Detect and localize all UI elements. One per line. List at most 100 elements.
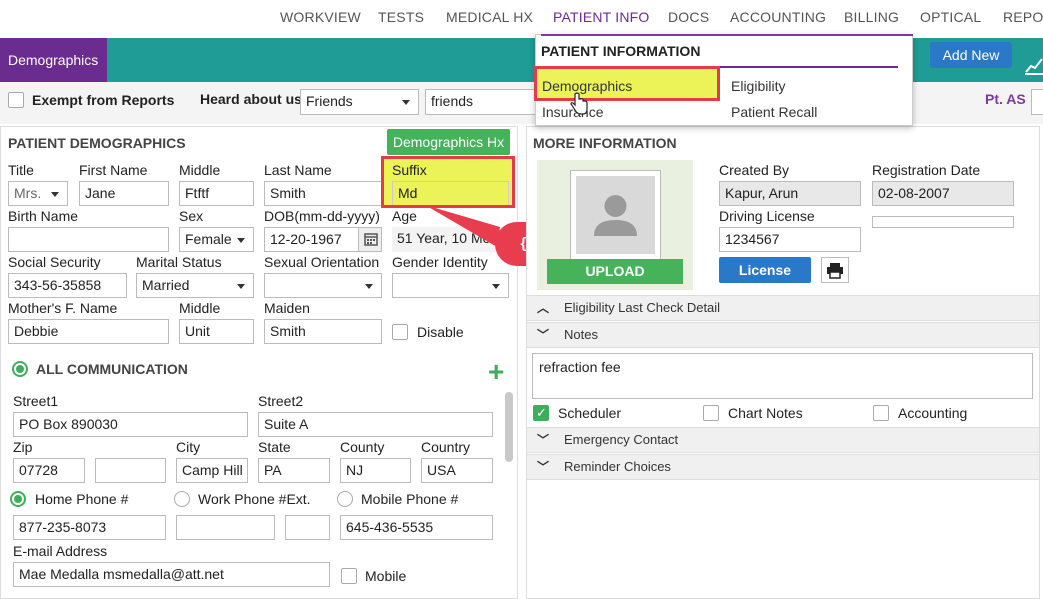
demographics-highlight-box — [534, 66, 720, 101]
calendar-icon[interactable] — [358, 228, 381, 251]
print-icon[interactable] — [821, 257, 849, 283]
county-field[interactable]: NJ — [340, 458, 411, 483]
nav-workview[interactable]: WORKVIEW — [280, 9, 361, 25]
work-phone-field[interactable] — [176, 515, 275, 540]
email-field[interactable]: Mae Medalla msmedalla@att.net — [13, 562, 330, 587]
first-name-field[interactable]: Jane — [79, 181, 169, 206]
zip-ext-field[interactable] — [95, 458, 166, 483]
mother-middle-field[interactable]: Unit — [179, 319, 254, 344]
dob-field[interactable]: 12-20-1967 — [264, 227, 382, 252]
street2-field[interactable]: Suite A — [258, 412, 493, 437]
work-phone-radio[interactable] — [174, 491, 190, 507]
scheduler-checkbox[interactable] — [533, 405, 549, 421]
demographics-hx-button[interactable]: Demographics Hx — [387, 129, 510, 155]
street2-label: Street2 — [258, 393, 304, 409]
middle-name-field[interactable]: Ftftf — [179, 181, 254, 206]
eligibility-accordion[interactable]: ︿ Eligibility Last Check Detail — [527, 295, 1039, 321]
exempt-checkbox[interactable] — [8, 92, 24, 108]
all-communication-radio[interactable] — [12, 361, 28, 377]
mobile-phone-label: Mobile Phone # — [361, 491, 459, 507]
home-phone-radio[interactable] — [10, 491, 26, 507]
dropdown-item-eligibility[interactable]: Eligibility — [731, 78, 785, 94]
active-tab-underline — [541, 34, 913, 36]
created-by-label: Created By — [719, 162, 790, 178]
pt-as-select[interactable] — [1031, 89, 1043, 115]
title-select[interactable]: Mrs. — [8, 181, 68, 206]
city-label: City — [176, 439, 201, 455]
nav-reports[interactable]: REPOR — [1003, 9, 1043, 25]
ssn-field[interactable]: 343-56-35858 — [8, 273, 127, 298]
mobile-checkbox[interactable] — [341, 568, 357, 584]
nav-optical[interactable]: OPTICAL — [920, 9, 981, 25]
license-button[interactable]: License — [719, 257, 811, 283]
disable-label: Disable — [417, 324, 464, 340]
marital-select[interactable]: Married — [136, 273, 254, 298]
accounting-checkbox[interactable] — [873, 405, 889, 421]
title-label: Title — [8, 162, 34, 178]
notes-accordion[interactable]: ﹀ Notes — [527, 322, 1039, 348]
emergency-contact-label: Emergency Contact — [564, 432, 679, 447]
mother-name-field[interactable]: Debbie — [8, 319, 169, 344]
dob-value: 12-20-1967 — [270, 231, 342, 247]
gender-select[interactable] — [392, 273, 509, 298]
chart-notes-checkbox[interactable] — [703, 405, 719, 421]
chevron-up-icon: ︿ — [537, 301, 550, 315]
mother-middle-label: Middle — [179, 300, 221, 316]
dob-label: DOB(mm-dd-yyyy) — [264, 208, 380, 224]
marital-label: Marital Status — [136, 254, 222, 270]
work-phone-label: Work Phone #Ext. — [198, 491, 311, 507]
sex-select[interactable]: Female — [179, 227, 254, 252]
registration-date-label: Registration Date — [872, 162, 981, 178]
heard-about-label: Heard about us — [200, 91, 302, 107]
chevron-down-icon: ﹀ — [537, 460, 550, 474]
accounting-label: Accounting — [898, 405, 968, 421]
heard-about-text[interactable]: friends — [425, 89, 540, 115]
reminder-choices-accordion[interactable]: ﹀ Reminder Choices — [527, 454, 1039, 480]
country-field[interactable]: USA — [421, 458, 493, 483]
nav-medical-hx[interactable]: MEDICAL HX — [446, 9, 533, 25]
upload-button[interactable]: UPLOAD — [547, 259, 683, 284]
mobile-phone-field[interactable]: 645-436-5535 — [340, 515, 493, 540]
eligibility-accordion-label: Eligibility Last Check Detail — [564, 300, 721, 315]
mobile-phone-radio[interactable] — [337, 491, 353, 507]
more-information-title: MORE INFORMATION — [533, 135, 677, 151]
nav-tests[interactable]: TESTS — [378, 9, 424, 25]
nav-patient-info[interactable]: PATIENT INFO — [553, 9, 650, 25]
pt-as-label: Pt. AS — [985, 91, 1026, 107]
patient-demographics-title: PATIENT DEMOGRAPHICS — [8, 135, 186, 151]
last-name-field[interactable]: Smith — [264, 181, 382, 206]
email-label: E-mail Address — [13, 543, 108, 559]
add-communication-icon[interactable]: + — [488, 358, 504, 386]
state-field[interactable]: PA — [258, 458, 330, 483]
chart-icon[interactable] — [1024, 50, 1043, 76]
emergency-contact-accordion[interactable]: ﹀ Emergency Contact — [527, 427, 1039, 453]
disable-checkbox[interactable] — [392, 324, 408, 340]
birth-name-field[interactable] — [8, 227, 169, 252]
chevron-down-icon: ﹀ — [537, 328, 550, 342]
maiden-field[interactable]: Smith — [264, 319, 382, 344]
heard-about-select[interactable]: Friends — [300, 89, 419, 115]
nav-billing[interactable]: BILLING — [844, 9, 899, 25]
orientation-select[interactable] — [264, 273, 382, 298]
street1-field[interactable]: PO Box 890030 — [13, 412, 248, 437]
zip-field[interactable]: 07728 — [13, 458, 85, 483]
demographics-tab[interactable]: Demographics — [0, 38, 107, 82]
communication-scrollbar[interactable] — [505, 392, 513, 462]
mother-name-label: Mother's F. Name — [8, 300, 118, 316]
dropdown-item-patient-recall[interactable]: Patient Recall — [731, 104, 817, 120]
driving-license-field[interactable]: 1234567 — [719, 227, 861, 252]
work-ext-field[interactable] — [285, 515, 330, 540]
city-field[interactable]: Camp Hill — [176, 458, 248, 483]
home-phone-field[interactable]: 877-235-8073 — [13, 515, 166, 540]
notes-textarea[interactable]: refraction fee — [532, 353, 1033, 399]
chart-notes-label: Chart Notes — [728, 405, 803, 421]
nav-docs[interactable]: DOCS — [668, 9, 709, 25]
callout-pointer — [425, 205, 500, 247]
mobile-label: Mobile — [365, 568, 407, 584]
nav-accounting[interactable]: ACCOUNTING — [730, 9, 826, 25]
registration-date-field: 02-08-2007 — [872, 181, 1014, 206]
last-name-label: Last Name — [264, 162, 332, 178]
blank-field[interactable] — [872, 216, 1014, 228]
add-new-button[interactable]: Add New — [930, 42, 1012, 68]
exempt-label: Exempt from Reports — [32, 92, 175, 108]
